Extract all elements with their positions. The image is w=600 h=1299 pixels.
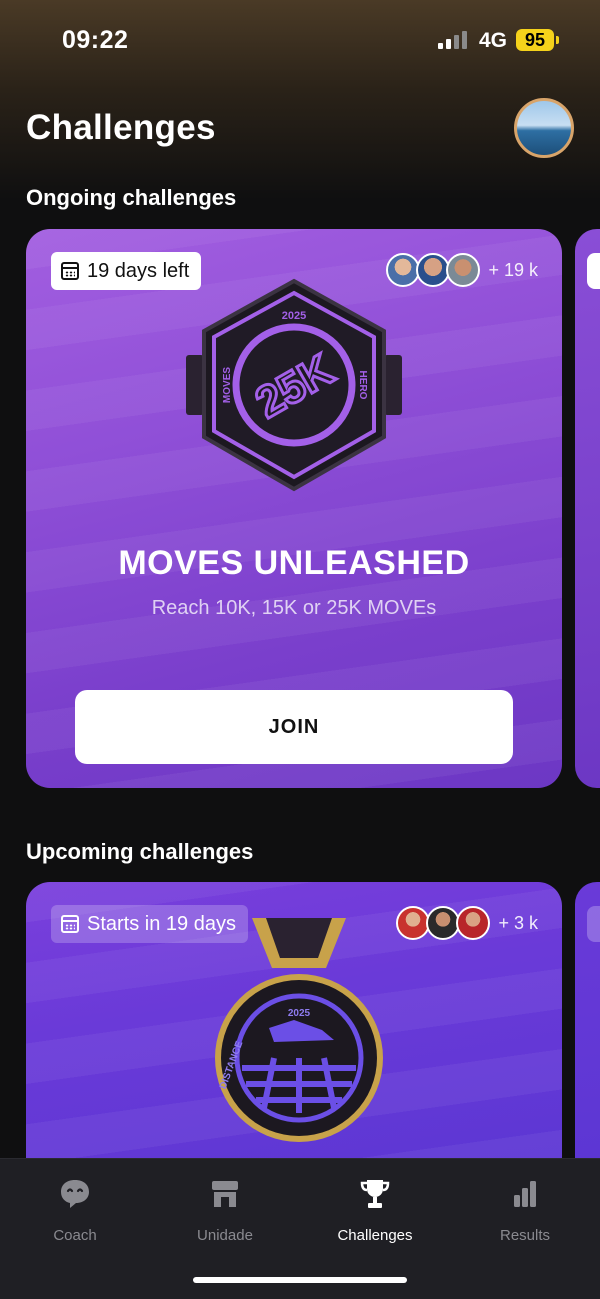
calendar-icon — [61, 262, 79, 280]
chat-bubble-icon — [61, 1180, 89, 1208]
medal-year: 2025 — [288, 1008, 311, 1019]
badge-left-text: MOVES — [222, 367, 233, 403]
participant-avatar — [456, 906, 491, 940]
badge-right-text: HERO — [357, 371, 368, 400]
calendar-icon — [61, 915, 79, 933]
next-card-peek[interactable] — [575, 882, 600, 1182]
challenge-card-moves-unleashed[interactable]: 19 days left + 19 k 25K 2025 MOVES HERO … — [26, 229, 562, 788]
bar-chart-icon — [514, 1181, 536, 1207]
participants: + 3 k — [396, 906, 538, 940]
join-button[interactable]: JOIN — [75, 690, 513, 764]
badge-25k-icon: 25K 2025 MOVES HERO — [186, 278, 402, 492]
tab-label: Results — [499, 1227, 551, 1244]
date-tag: 19 days left — [51, 252, 202, 290]
section-title-upcoming: Upcoming challenges — [26, 839, 254, 864]
date-tag-label: 19 days left — [87, 259, 190, 282]
network-type: 4G — [479, 29, 508, 52]
next-card-peek[interactable] — [575, 229, 600, 788]
trophy-icon — [360, 1180, 390, 1208]
section-title-ongoing: Ongoing challenges — [26, 185, 237, 210]
profile-avatar[interactable] — [514, 98, 574, 158]
tab-coach[interactable]: Coach — [0, 1177, 150, 1244]
peek-date-tag — [587, 906, 600, 942]
badge-year: 2025 — [282, 310, 306, 322]
participant-avatar — [416, 253, 451, 287]
participant-avatar — [446, 253, 481, 287]
store-icon — [212, 1181, 238, 1207]
battery-icon: 95 — [516, 29, 554, 51]
signal-icon — [438, 31, 468, 49]
tab-label: Challenges — [337, 1227, 413, 1244]
participants-count: + 19 k — [488, 259, 538, 280]
peek-date-tag — [587, 253, 600, 289]
tab-label: Unidade — [197, 1227, 253, 1244]
participants: + 19 k — [386, 253, 538, 287]
page-title: Challenges — [26, 108, 216, 147]
participants-count: + 3 k — [498, 912, 538, 933]
status-bar: 09:22 4G 95 — [0, 0, 600, 80]
tab-results[interactable]: Results — [450, 1177, 600, 1244]
date-tag: Starts in 19 days — [51, 905, 248, 943]
tab-unidade[interactable]: Unidade — [150, 1177, 300, 1244]
challenge-subtitle: Reach 10K, 15K or 25K MOVEs — [151, 597, 437, 619]
challenge-card-distance[interactable]: 2025 DISTANCE Starts in 19 days + 3 k — [26, 882, 562, 1182]
status-time: 09:22 — [62, 26, 129, 54]
tab-challenges[interactable]: Challenges — [300, 1177, 450, 1244]
distance-medal-icon: 2025 DISTANCE — [215, 918, 383, 1142]
home-indicator[interactable] — [193, 1277, 407, 1283]
battery-cap — [556, 36, 559, 44]
tab-label: Coach — [53, 1227, 97, 1244]
challenge-title: MOVES UNLEASHED — [118, 544, 470, 582]
participant-avatar — [396, 906, 431, 940]
participant-avatar — [426, 906, 461, 940]
date-tag-label: Starts in 19 days — [87, 912, 236, 935]
